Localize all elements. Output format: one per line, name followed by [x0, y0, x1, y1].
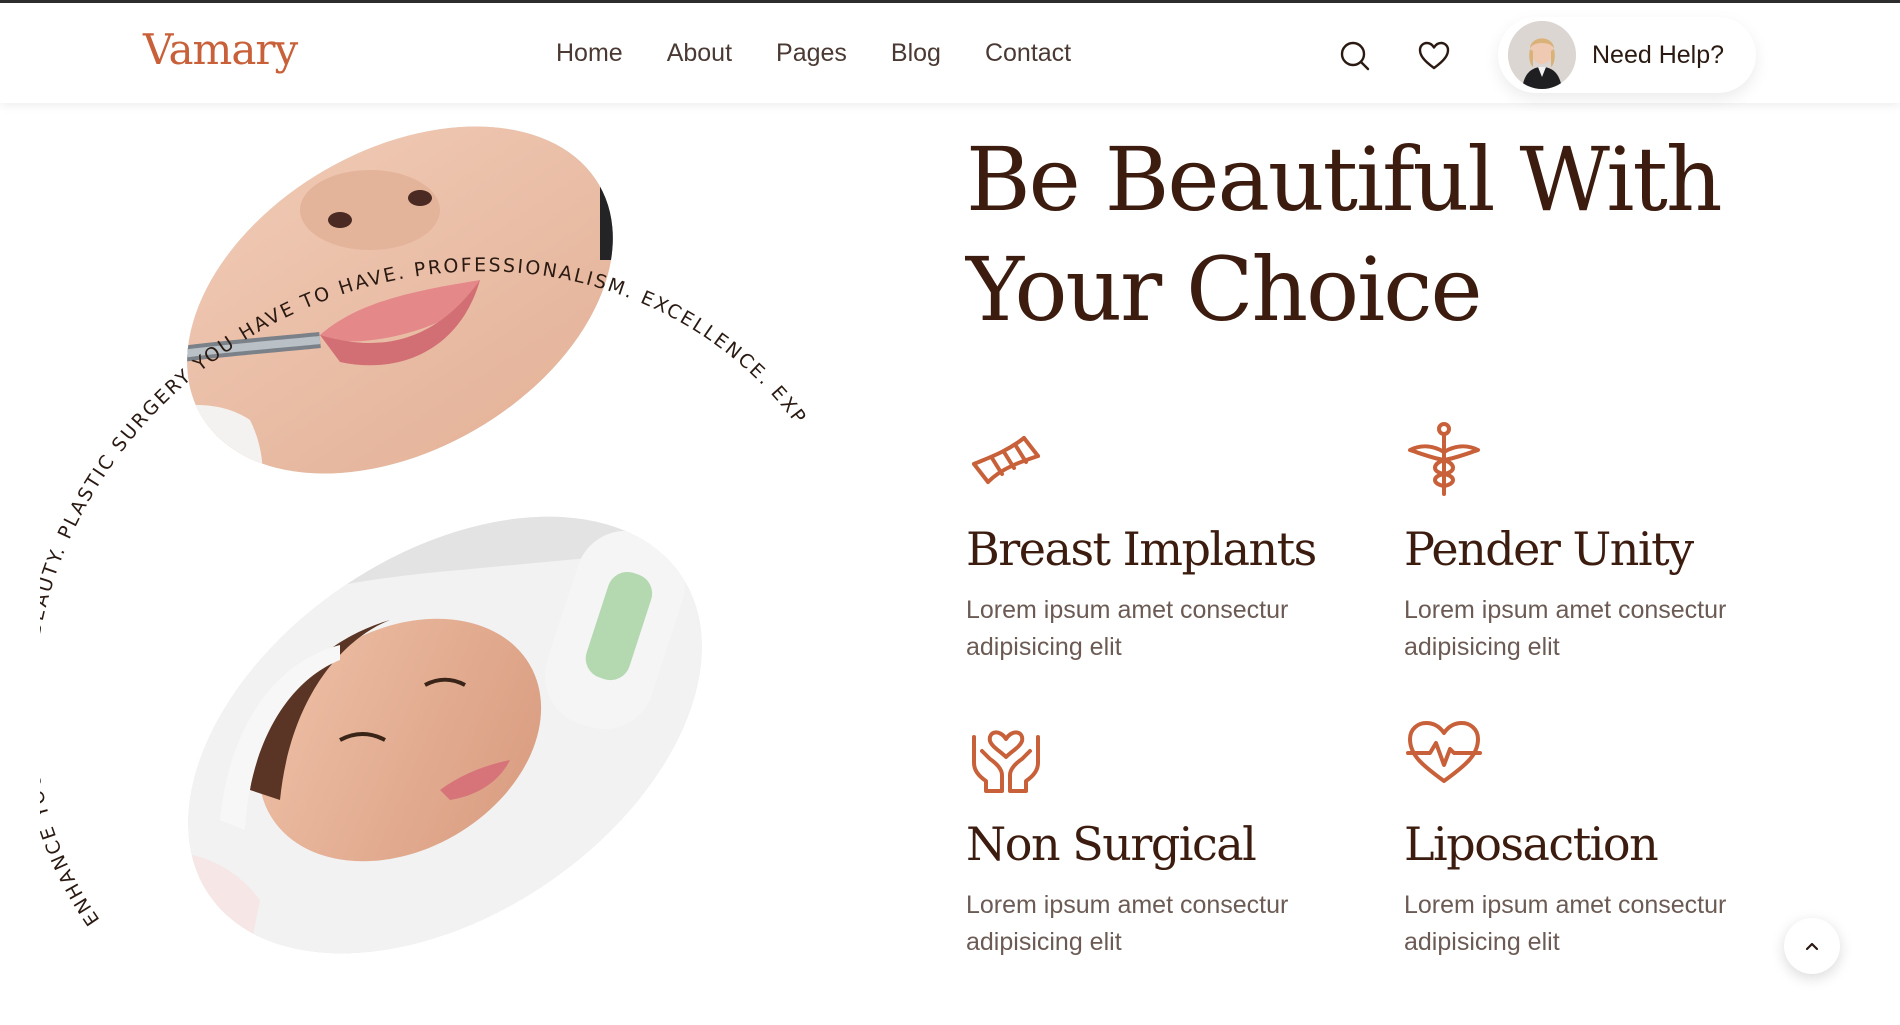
feature-title: Non Surgical [966, 817, 1257, 871]
feature-pender-unity: Pender Unity Lorem ipsum amet consectur … [1404, 420, 1804, 666]
nav-pages[interactable]: Pages [776, 39, 847, 68]
hero-photo-collage: ENHANCE YOUR NATURAL BEAUTY. PLASTIC SUR… [16, 83, 900, 1000]
feature-non-surgical: Non Surgical Lorem ipsum amet consectur … [966, 715, 1366, 961]
feature-text: Lorem ipsum amet consectur adipisicing e… [1404, 596, 1727, 661]
need-help-label: Need Help? [1592, 40, 1725, 69]
feature-text: Lorem ipsum amet consectur adipisicing e… [1404, 891, 1727, 956]
hero-title: Be Beautiful With Your Choice [966, 128, 1723, 341]
scroll-to-top-button[interactable] [1784, 918, 1840, 974]
feature-title: Pender Unity [1404, 522, 1694, 576]
heartbeat-icon [1404, 715, 1484, 795]
feature-title: Liposaction [1404, 817, 1659, 871]
search-icon[interactable] [1338, 39, 1372, 73]
treatment-photo [120, 480, 780, 1000]
need-help-button[interactable]: Need Help? [1498, 17, 1756, 93]
feature-text: Lorem ipsum amet consectur adipisicing e… [966, 596, 1289, 661]
caduceus-icon [1404, 420, 1484, 500]
heart-icon[interactable] [1417, 39, 1451, 73]
site-header: Vamary Home About Pages Blog Contact Nee… [0, 3, 1900, 103]
avatar [1508, 21, 1576, 89]
feature-title: Breast Implants [966, 522, 1317, 576]
feature-liposaction: Liposaction Lorem ipsum amet consectur a… [1404, 715, 1804, 961]
logo[interactable]: Vamary [143, 25, 298, 74]
feature-breast-implants: Breast Implants Lorem ipsum amet consect… [966, 420, 1366, 666]
nav-home[interactable]: Home [556, 39, 623, 68]
hands-heart-icon [966, 715, 1046, 795]
dna-icon [966, 420, 1046, 500]
nav-about[interactable]: About [667, 39, 732, 68]
injection-photo [125, 120, 675, 520]
feature-text: Lorem ipsum amet consectur adipisicing e… [966, 891, 1289, 956]
nav-contact[interactable]: Contact [985, 39, 1071, 68]
main-nav: Home About Pages Blog Contact [556, 39, 1071, 68]
chevron-up-icon [1805, 942, 1819, 951]
nav-blog[interactable]: Blog [891, 39, 941, 68]
